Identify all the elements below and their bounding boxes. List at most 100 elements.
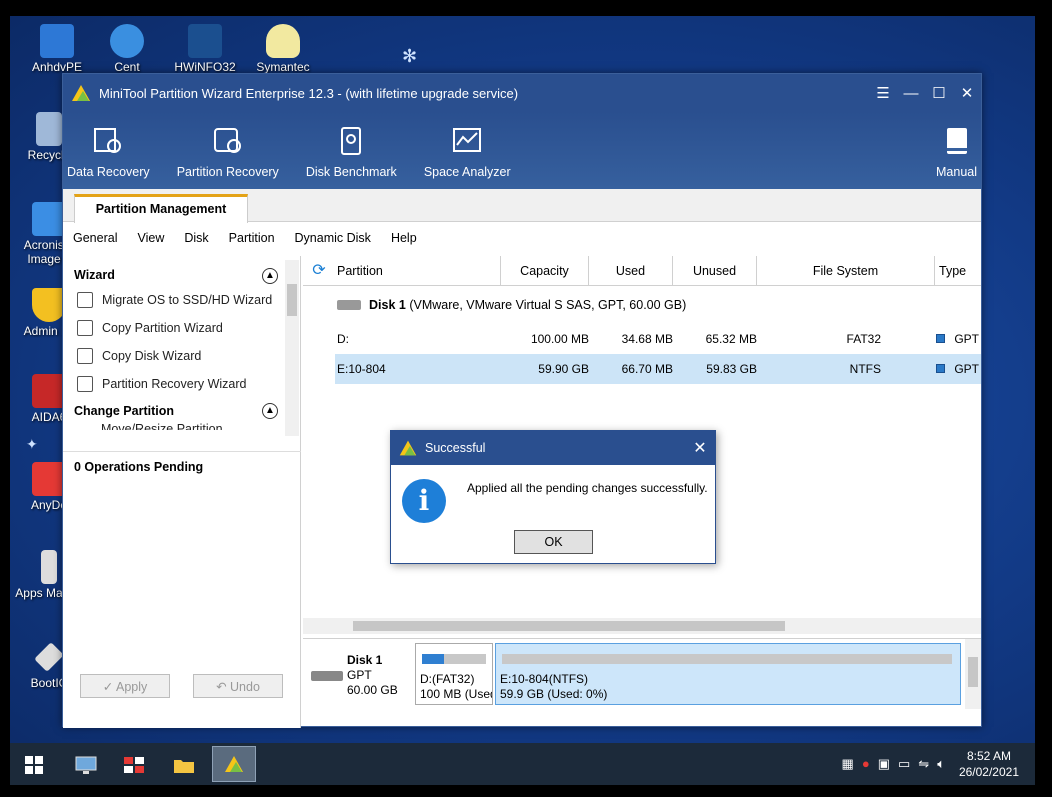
col-capacity[interactable]: Capacity [501, 255, 589, 286]
disk-row[interactable]: Disk 1 (VMware, VMware Virtual S SAS, GP… [303, 286, 981, 324]
desktop-icon-symantec[interactable]: Symantec [248, 24, 318, 74]
disk-map-scrollbar[interactable] [965, 639, 981, 709]
partition-recovery-button[interactable]: Partition Recovery [173, 127, 279, 179]
partition-recovery-label: Partition Recovery [176, 165, 279, 179]
menu-disk[interactable]: Disk [184, 231, 208, 245]
tab-partition-management[interactable]: Partition Management [74, 194, 248, 223]
menu-button[interactable]: ☰ [869, 84, 897, 102]
action-panel: Wizard ▲ Migrate OS to SSD/HD Wizard Cop… [63, 256, 301, 728]
partition-label: E:10-804(NTFS) [500, 672, 589, 686]
info-icon: i [402, 479, 446, 523]
clock-time: 8:52 AM [966, 749, 1011, 763]
clock-date: 26/02/2021 [958, 765, 1019, 779]
partition-recovery-wizard[interactable]: Partition Recovery Wizard [63, 370, 300, 398]
disk-map-size: 60.00 GB [347, 683, 398, 697]
dialog-title-bar[interactable]: Successful ✕ [391, 431, 715, 465]
close-button[interactable]: ✕ [953, 84, 981, 102]
col-partition[interactable]: Partition [335, 255, 501, 286]
col-used[interactable]: Used [589, 255, 673, 286]
network-icon[interactable]: ▦ [842, 756, 854, 772]
cell-capacity: 100.00 MB [530, 332, 589, 346]
manual-button[interactable]: Manual [932, 127, 977, 179]
data-recovery-button[interactable]: Data Recovery [63, 127, 150, 179]
disk-map-partition-d[interactable]: D:(FAT32) 100 MB (Used: 34%) [415, 643, 493, 705]
undo-button[interactable]: ↶ Undo [193, 674, 283, 698]
type-label: GPT [954, 362, 979, 376]
menu-bar: General View Disk Partition Dynamic Disk… [63, 222, 981, 254]
shield-icon [32, 288, 66, 322]
volume-icon[interactable]: 🔈︎ [937, 756, 945, 772]
scrollbar-thumb[interactable] [353, 621, 785, 631]
dialog-title: Successful [425, 441, 486, 455]
aida64-icon [32, 374, 66, 408]
disk-benchmark-label: Disk Benchmark [305, 165, 397, 179]
copy-disk-wizard[interactable]: Copy Disk Wizard [63, 342, 300, 370]
wizard-section-header[interactable]: Wizard ▲ [63, 256, 300, 286]
network-app-icon [124, 757, 144, 773]
manual-label: Manual [936, 165, 977, 179]
maximize-button[interactable]: ☐ [925, 84, 953, 102]
left-panel-scrollbar[interactable] [285, 260, 299, 436]
desktop-icon-label: Symantec [256, 60, 310, 74]
minimize-button[interactable]: — [897, 85, 925, 102]
recycle-bin-icon [36, 112, 62, 146]
change-partition-header-label: Change Partition [74, 404, 175, 418]
partition-recovery-icon [213, 128, 241, 153]
ribbon: Data Recovery Partition Recovery Disk Be… [63, 112, 981, 189]
usage-bar [422, 654, 486, 664]
scrollbar-thumb[interactable] [968, 657, 978, 687]
col-unused[interactable]: Unused [673, 255, 757, 286]
wizard-item-label: Partition Recovery Wizard [102, 377, 247, 391]
table-header: ⟳ Partition Capacity Used Unused File Sy… [303, 255, 981, 286]
clock[interactable]: 8:52 AM 26/02/2021 [959, 748, 1019, 780]
space-analyzer-label: Space Analyzer [423, 165, 511, 179]
media-icon[interactable]: ● [862, 756, 870, 772]
disk-map-partition-e[interactable]: E:10-804(NTFS) 59.9 GB (Used: 0%) [495, 643, 961, 705]
tray-app-icon[interactable]: ▣ [878, 756, 890, 772]
usb-icon[interactable]: ⇋ [918, 756, 929, 772]
table-horizontal-scrollbar[interactable] [303, 618, 981, 634]
desktop-icon-label: HWiNFO32 [174, 60, 236, 74]
col-file-system[interactable]: File System [757, 255, 935, 286]
menu-partition[interactable]: Partition [229, 231, 275, 245]
operations-pending: 0 Operations Pending [74, 460, 204, 474]
taskbar-computer[interactable] [68, 749, 104, 781]
space-analyzer-button[interactable]: Space Analyzer [420, 127, 511, 179]
scrollbar-thumb[interactable] [287, 284, 297, 316]
table-row-selected[interactable]: E:10-804 59.90 GB 66.70 MB 59.83 GB NTFS… [335, 354, 981, 384]
disk-label: Disk 1 [369, 298, 406, 312]
menu-view[interactable]: View [137, 231, 164, 245]
disk-benchmark-button[interactable]: Disk Benchmark [302, 127, 397, 179]
start-button[interactable] [16, 749, 52, 781]
ghost-icon [266, 24, 300, 58]
copy-partition-wizard[interactable]: Copy Partition Wizard [63, 314, 300, 342]
taskbar-partition-wizard[interactable] [212, 746, 256, 782]
collapse-icon[interactable]: ▲ [262, 268, 278, 284]
monitor-icon [75, 756, 97, 774]
dialog-close-button[interactable]: ✕ [685, 438, 715, 458]
migrate-os-wizard[interactable]: Migrate OS to SSD/HD Wizard [63, 286, 300, 314]
menu-dynamic-disk[interactable]: Dynamic Disk [295, 231, 371, 245]
col-type[interactable]: Type [935, 256, 981, 286]
refresh-icon[interactable]: ⟳ [303, 256, 335, 286]
table-row[interactable]: D: 100.00 MB 34.68 MB 65.32 MB FAT32 GPT [335, 324, 981, 354]
collapse-icon[interactable]: ▲ [262, 403, 278, 419]
taskbar-file-explorer[interactable] [166, 749, 202, 781]
move-resize-partition-item[interactable]: Move/Resize Partition [63, 422, 300, 430]
folder-icon [174, 760, 194, 773]
desktop-icon-hwinfo[interactable]: HWiNFO32 [170, 24, 240, 74]
apply-button[interactable]: ✓ Apply [80, 674, 170, 698]
display-icon[interactable]: ▭ [898, 756, 910, 772]
disk-benchmark-icon [341, 127, 362, 155]
change-partition-section-header[interactable]: Change Partition ▲ [63, 398, 300, 422]
ok-button[interactable]: OK [514, 530, 593, 554]
title-bar[interactable]: MiniTool Partition Wizard Enterprise 12.… [63, 74, 981, 112]
menu-help[interactable]: Help [391, 231, 417, 245]
menu-general[interactable]: General [73, 231, 117, 245]
success-dialog: Successful ✕ i Applied all the pending c… [390, 430, 716, 564]
disk-map-disk[interactable]: Disk 1 GPT 60.00 GB [311, 653, 398, 698]
taskbar-app[interactable] [116, 749, 152, 781]
cell-unused: 65.32 MB [705, 332, 757, 346]
cent-browser-icon [110, 24, 144, 58]
desktop-icon-anhdvpe[interactable]: AnhdvPE [22, 24, 92, 74]
